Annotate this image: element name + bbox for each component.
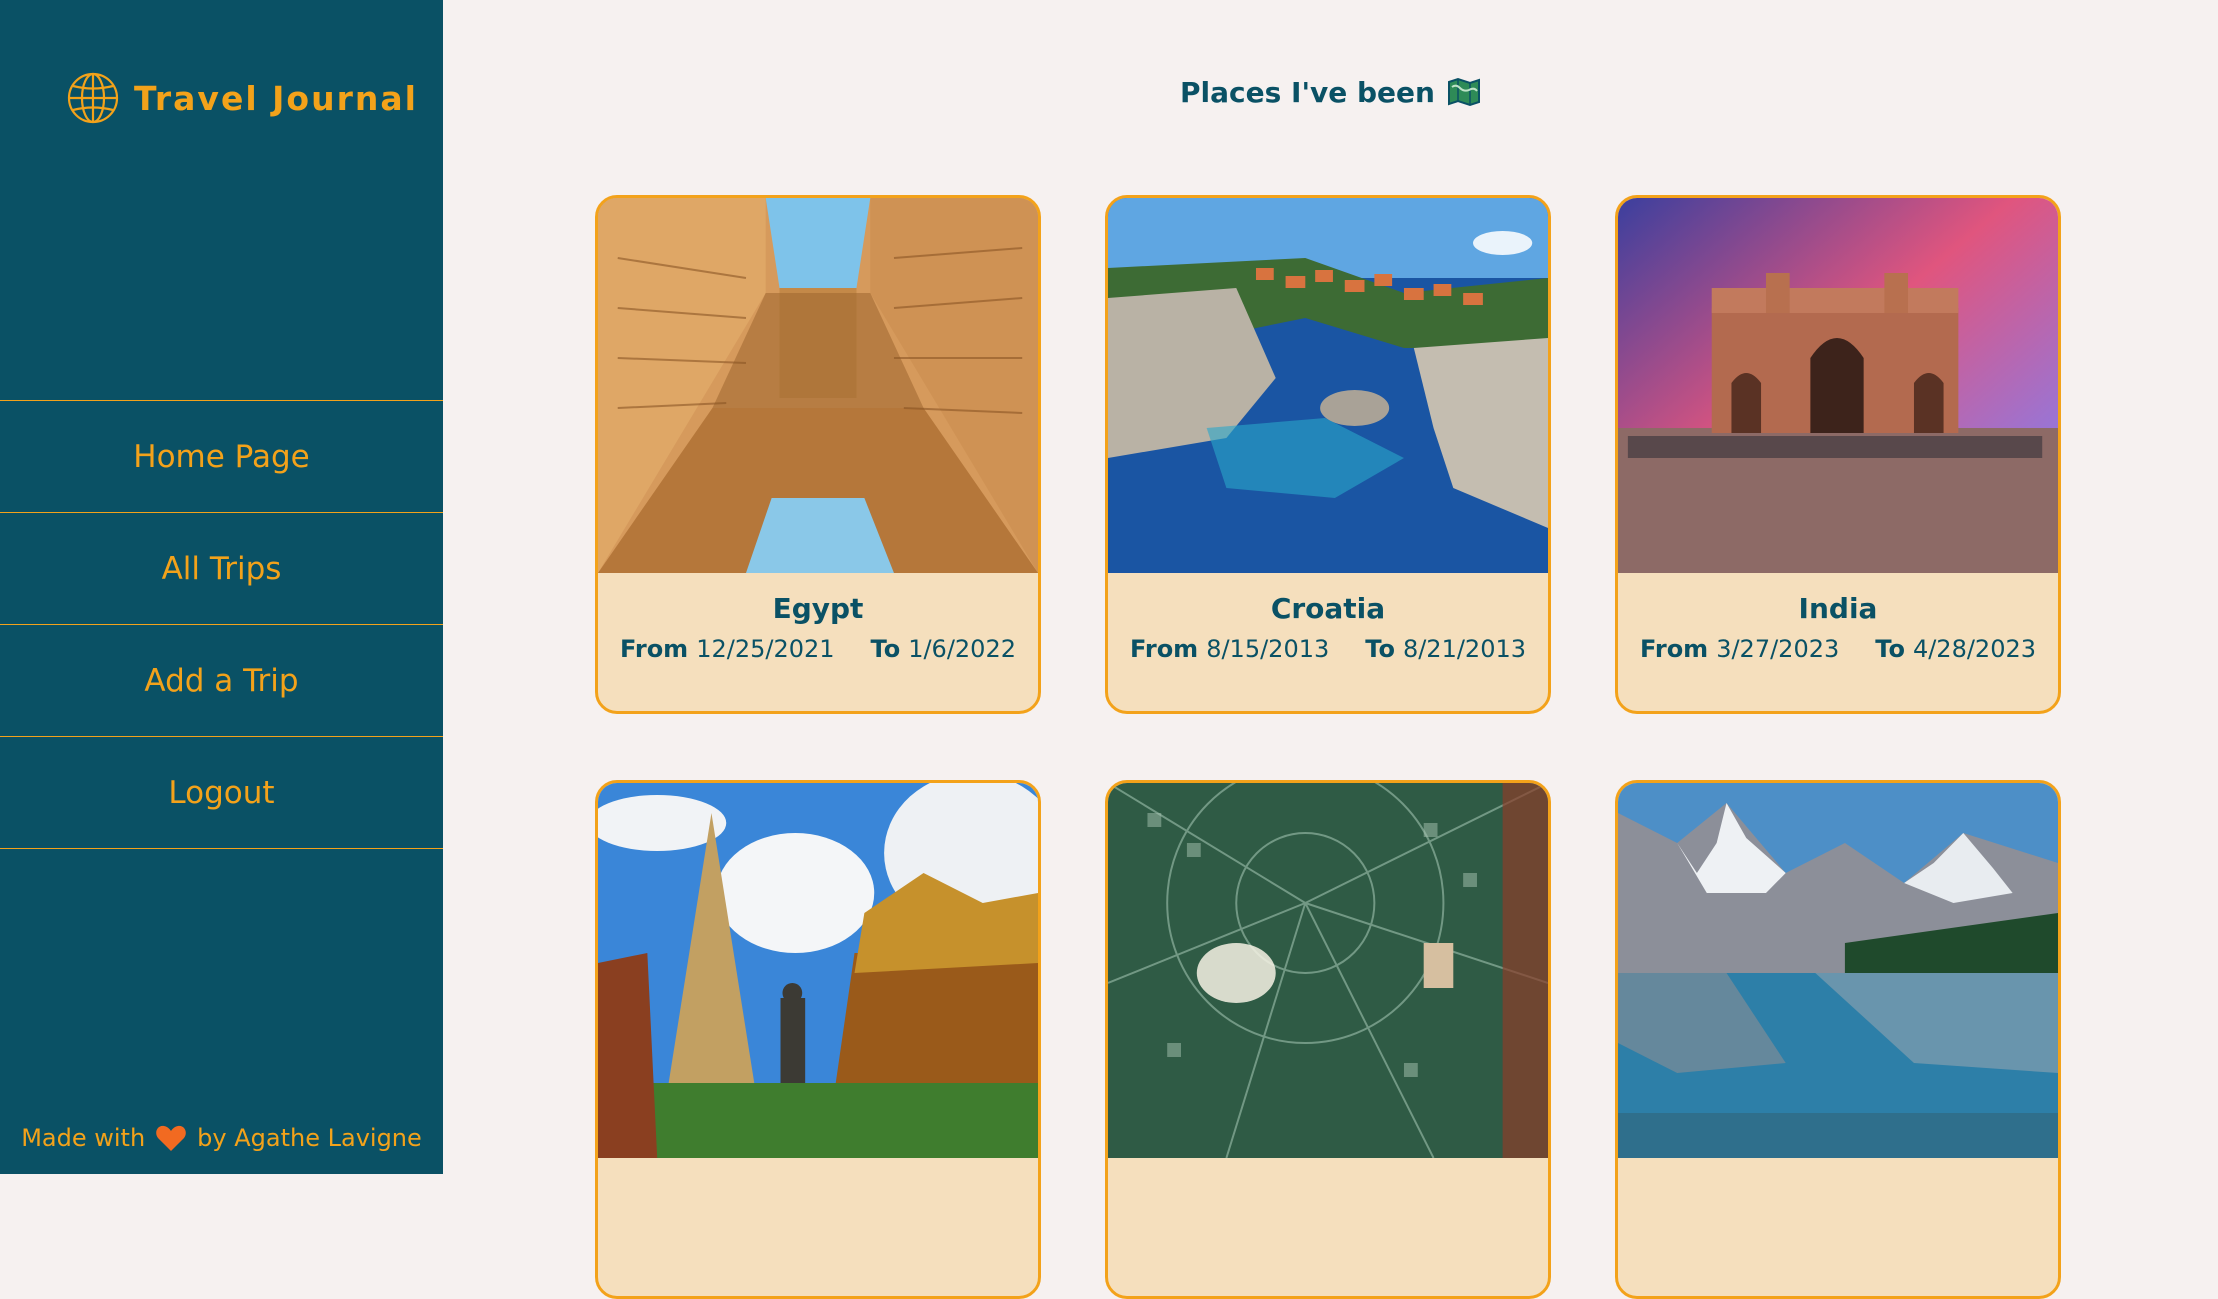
trip-name: Croatia	[1270, 592, 1386, 625]
trip-card-egypt[interactable]: Egypt From 12/25/2021 To 1/6/2022	[595, 195, 1041, 714]
trip-dates: From 3/27/2023 To 4/28/2023	[1618, 635, 2058, 663]
trip-name: Egypt	[772, 592, 864, 625]
trip-photo-croatia	[1108, 198, 1548, 573]
nav-logout[interactable]: Logout	[0, 736, 443, 849]
trip-photo-egypt	[598, 198, 1038, 573]
trip-name	[1618, 1176, 2058, 1212]
footer-prefix: Made with	[21, 1124, 146, 1152]
from-date: 8/15/2013	[1206, 635, 1330, 663]
from-label: From	[1130, 635, 1199, 663]
trip-name	[1108, 1176, 1548, 1212]
main-content: Places I've been Egypt From 12/25/2021 T…	[443, 0, 2218, 1299]
trip-photo-4	[598, 783, 1038, 1158]
trip-info: Croatia From 8/15/2013 To 8/21/2013	[1108, 573, 1548, 663]
sidebar: Travel Journal Home Page All Trips Add a…	[0, 0, 443, 1174]
trip-card-4[interactable]	[595, 780, 1041, 1299]
to-label: To	[1875, 635, 1905, 663]
trip-name: India	[1798, 592, 1878, 625]
trip-info	[1108, 1158, 1548, 1212]
trip-name	[598, 1176, 1038, 1212]
nav-home-page[interactable]: Home Page	[0, 400, 443, 512]
brand-title: Travel Journal	[134, 78, 418, 118]
to-date: 4/28/2023	[1912, 635, 2036, 663]
from-label: From	[620, 635, 689, 663]
nav-all-trips[interactable]: All Trips	[0, 512, 443, 624]
globe-icon	[66, 71, 120, 125]
to-date: 8/21/2013	[1402, 635, 1526, 663]
trip-card-5[interactable]	[1105, 780, 1551, 1299]
nav-add-a-trip[interactable]: Add a Trip	[0, 624, 443, 736]
map-icon	[1447, 77, 1481, 107]
footer-suffix: by Agathe Lavigne	[197, 1124, 422, 1152]
page-heading: Places I've been	[443, 70, 2218, 114]
trip-info	[1618, 1158, 2058, 1212]
trip-dates: From 12/25/2021 To 1/6/2022	[598, 635, 1038, 663]
from-label: From	[1640, 635, 1709, 663]
to-label: To	[870, 635, 901, 663]
trip-photo-5	[1108, 783, 1548, 1158]
trip-info: India From 3/27/2023 To 4/28/2023	[1618, 573, 2058, 663]
footer-credit: Made with by Agathe Lavigne	[0, 1124, 443, 1152]
trip-card-croatia[interactable]: Croatia From 8/15/2013 To 8/21/2013	[1105, 195, 1551, 714]
heart-icon	[155, 1124, 187, 1152]
to-label: To	[1365, 635, 1395, 663]
trip-info	[598, 1158, 1038, 1212]
trip-card-india[interactable]: India From 3/27/2023 To 4/28/2023	[1615, 195, 2061, 714]
page-title: Places I've been	[1180, 75, 1435, 109]
sidebar-nav: Home Page All Trips Add a Trip Logout	[0, 400, 443, 849]
trip-photo-india	[1618, 198, 2058, 573]
brand[interactable]: Travel Journal	[66, 70, 418, 126]
to-date: 1/6/2022	[908, 635, 1016, 663]
trip-photo-6	[1618, 783, 2058, 1158]
from-date: 12/25/2021	[696, 635, 835, 663]
trip-dates: From 8/15/2013 To 8/21/2013	[1108, 635, 1548, 663]
trip-card-6[interactable]	[1615, 780, 2061, 1299]
from-date: 3/27/2023	[1716, 635, 1840, 663]
trip-info: Egypt From 12/25/2021 To 1/6/2022	[598, 573, 1038, 663]
